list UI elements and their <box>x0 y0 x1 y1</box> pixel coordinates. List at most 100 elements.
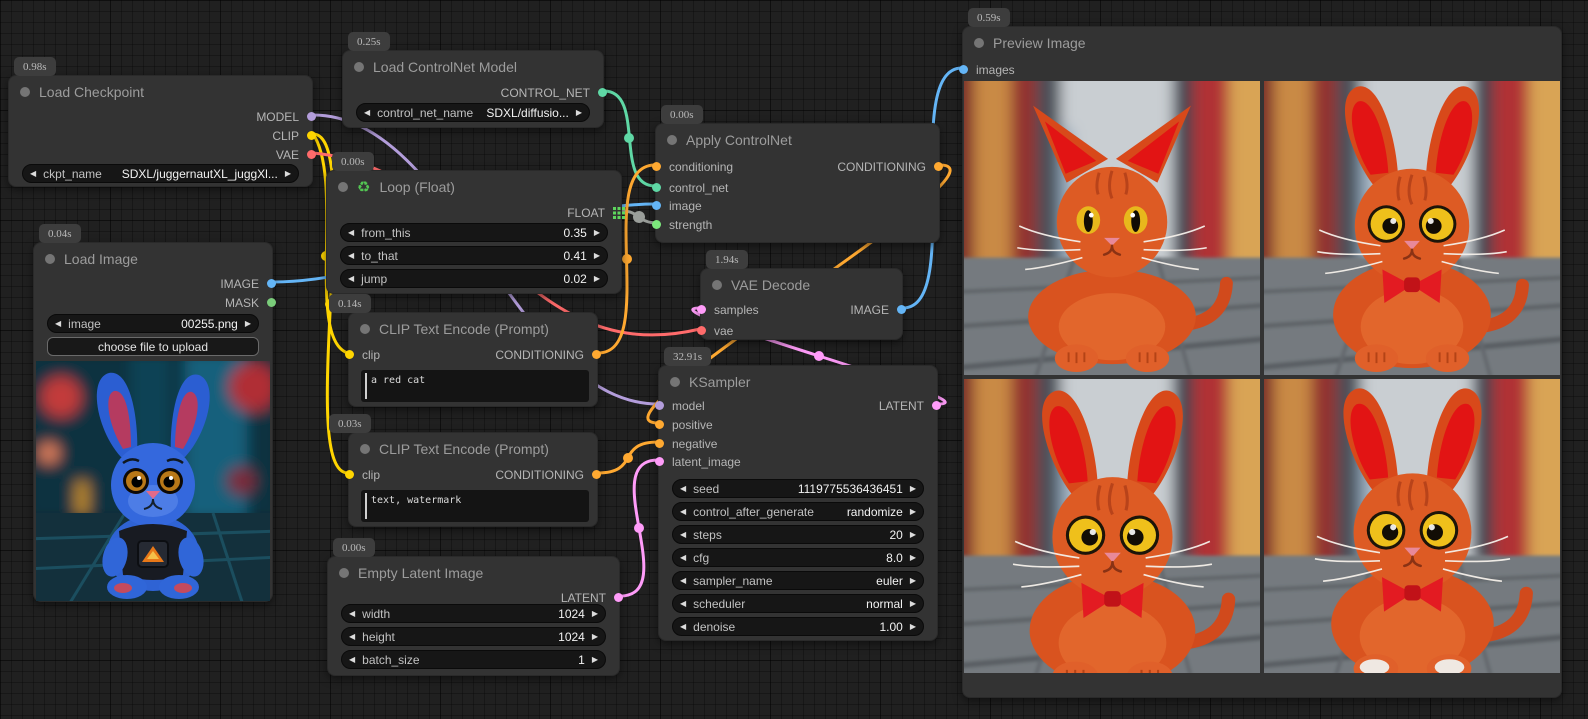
decrement-arrow-icon[interactable]: ◀ <box>680 576 686 585</box>
increment-arrow-icon[interactable]: ▶ <box>910 599 916 608</box>
node-preview-image[interactable]: 0.59s Preview Image images <box>962 26 1562 698</box>
collapse-dot-icon[interactable] <box>339 568 349 578</box>
collapse-dot-icon[interactable] <box>360 444 370 454</box>
slot-dot[interactable] <box>655 401 664 410</box>
upload-button[interactable]: choose file to upload <box>47 337 259 356</box>
collapse-dot-icon[interactable] <box>338 182 348 192</box>
input-slot-positive[interactable]: positive <box>655 418 713 431</box>
input-slot-image[interactable]: image <box>652 199 702 212</box>
increment-arrow-icon[interactable]: ▶ <box>910 553 916 562</box>
node-header[interactable]: KSampler <box>659 366 937 396</box>
node-header[interactable]: Preview Image <box>963 27 1561 57</box>
increment-arrow-icon[interactable]: ▶ <box>594 228 600 237</box>
node-header[interactable]: Load Checkpoint <box>9 76 312 106</box>
list-output-grid-icon[interactable] <box>613 207 625 219</box>
widget-jump[interactable]: ◀ jump 0.02 ▶ <box>340 269 608 288</box>
decrement-arrow-icon[interactable]: ◀ <box>349 609 355 618</box>
node-empty-latent[interactable]: 0.00s Empty Latent Image LATENT ◀ width … <box>327 556 620 676</box>
decrement-arrow-icon[interactable]: ◀ <box>680 484 686 493</box>
slot-dot[interactable] <box>655 457 664 466</box>
input-slot-vae[interactable]: vae <box>697 324 733 337</box>
preview-image-2[interactable] <box>1264 81 1560 375</box>
decrement-arrow-icon[interactable]: ◀ <box>348 274 354 283</box>
node-header[interactable]: CLIP Text Encode (Prompt) <box>349 433 597 463</box>
output-slot-conditioning[interactable]: CONDITIONING <box>495 468 601 481</box>
widget-denoise[interactable]: ◀ denoise 1.00 ▶ <box>672 617 924 636</box>
output-slot-image[interactable]: IMAGE <box>850 303 906 316</box>
slot-dot[interactable] <box>345 470 354 479</box>
widget-control-net-name[interactable]: ◀ control_net_name SDXL/diffusio... ▶ <box>356 103 590 122</box>
slot-dot[interactable] <box>932 401 941 410</box>
decrement-arrow-icon[interactable]: ◀ <box>348 251 354 260</box>
slot-dot[interactable] <box>652 201 661 210</box>
decrement-arrow-icon[interactable]: ◀ <box>680 622 686 631</box>
widget-to-that[interactable]: ◀ to_that 0.41 ▶ <box>340 246 608 265</box>
slot-dot[interactable] <box>652 183 661 192</box>
slot-dot[interactable] <box>267 279 276 288</box>
node-load-checkpoint[interactable]: 0.98s Load Checkpoint MODEL CLIP VAE ◀ c… <box>8 75 313 187</box>
widget-width[interactable]: ◀ width 1024 ▶ <box>341 604 606 623</box>
collapse-dot-icon[interactable] <box>20 87 30 97</box>
widget-image-file[interactable]: ◀ image 00255.png ▶ <box>47 314 259 333</box>
increment-arrow-icon[interactable]: ▶ <box>910 530 916 539</box>
slot-dot[interactable] <box>598 88 607 97</box>
slot-dot[interactable] <box>307 131 316 140</box>
widget-batch-size[interactable]: ◀ batch_size 1 ▶ <box>341 650 606 669</box>
increment-arrow-icon[interactable]: ▶ <box>594 274 600 283</box>
output-slot-image[interactable]: IMAGE <box>220 277 276 290</box>
slot-dot[interactable] <box>897 305 906 314</box>
node-load-image[interactable]: 0.04s Load Image IMAGE MASK ◀ image 0025… <box>33 242 273 602</box>
slot-dot[interactable] <box>697 305 706 314</box>
increment-arrow-icon[interactable]: ▶ <box>910 576 916 585</box>
collapse-dot-icon[interactable] <box>360 324 370 334</box>
slot-dot[interactable] <box>307 150 316 159</box>
output-slot-float[interactable]: FLOAT <box>567 206 625 219</box>
slot-dot[interactable] <box>614 593 623 602</box>
widget-from-this[interactable]: ◀ from_this 0.35 ▶ <box>340 223 608 242</box>
slot-dot[interactable] <box>959 65 968 74</box>
decrement-arrow-icon[interactable]: ◀ <box>680 507 686 516</box>
input-slot-clip[interactable]: clip <box>345 468 380 481</box>
input-slot-strength[interactable]: strength <box>652 218 712 231</box>
prompt-textarea[interactable]: a red cat <box>361 370 589 402</box>
output-slot-clip[interactable]: CLIP <box>272 129 316 142</box>
increment-arrow-icon[interactable]: ▶ <box>594 251 600 260</box>
input-slot-clip[interactable]: clip <box>345 348 380 361</box>
collapse-dot-icon[interactable] <box>670 377 680 387</box>
slot-dot[interactable] <box>592 470 601 479</box>
output-slot-model[interactable]: MODEL <box>256 110 316 123</box>
input-slot-latent-image[interactable]: latent_image <box>655 455 741 468</box>
preview-image-3[interactable] <box>964 379 1260 673</box>
increment-arrow-icon[interactable]: ▶ <box>285 169 291 178</box>
slot-dot[interactable] <box>655 420 664 429</box>
input-slot-model[interactable]: model <box>655 399 705 412</box>
slot-dot[interactable] <box>655 439 664 448</box>
prompt-textarea[interactable]: text, watermark <box>361 490 589 522</box>
node-load-controlnet[interactable]: 0.25s Load ControlNet Model CONTROL_NET … <box>342 50 604 128</box>
decrement-arrow-icon[interactable]: ◀ <box>364 108 370 117</box>
input-slot-images[interactable]: images <box>959 63 1015 76</box>
input-slot-control-net[interactable]: control_net <box>652 181 728 194</box>
widget-ckpt-name[interactable]: ◀ ckpt_name SDXL/juggernautXL_juggXl... … <box>22 164 299 183</box>
collapse-dot-icon[interactable] <box>45 254 55 264</box>
decrement-arrow-icon[interactable]: ◀ <box>680 599 686 608</box>
widget-cfg[interactable]: ◀ cfg 8.0 ▶ <box>672 548 924 567</box>
slot-dot[interactable] <box>652 162 661 171</box>
node-header[interactable]: Empty Latent Image <box>328 557 619 587</box>
slot-dot[interactable] <box>267 298 276 307</box>
node-header[interactable]: ♻ Loop (Float) <box>327 171 621 201</box>
node-graph-canvas[interactable]: 0.98s Load Checkpoint MODEL CLIP VAE ◀ c… <box>0 0 1588 719</box>
input-slot-samples[interactable]: samples <box>697 303 759 316</box>
increment-arrow-icon[interactable]: ▶ <box>576 108 582 117</box>
output-slot-latent[interactable]: LATENT <box>561 591 623 604</box>
decrement-arrow-icon[interactable]: ◀ <box>680 553 686 562</box>
decrement-arrow-icon[interactable]: ◀ <box>349 632 355 641</box>
output-slot-mask[interactable]: MASK <box>225 296 276 309</box>
decrement-arrow-icon[interactable]: ◀ <box>680 530 686 539</box>
slot-dot[interactable] <box>592 350 601 359</box>
output-slot-latent[interactable]: LATENT <box>879 399 941 412</box>
output-slot-control-net[interactable]: CONTROL_NET <box>501 86 607 99</box>
collapse-dot-icon[interactable] <box>974 38 984 48</box>
node-header[interactable]: CLIP Text Encode (Prompt) <box>349 313 597 343</box>
loaded-image-thumbnail[interactable] <box>36 361 270 601</box>
